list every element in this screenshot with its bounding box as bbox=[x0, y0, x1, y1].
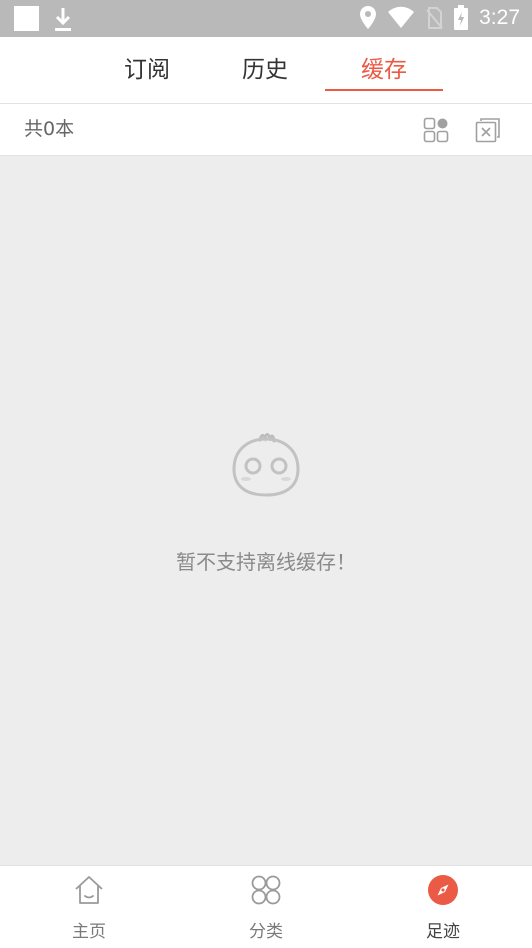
no-sim-icon bbox=[426, 7, 443, 29]
tab-bar: 订阅 历史 缓存 bbox=[0, 37, 532, 104]
wifi-icon bbox=[388, 6, 415, 28]
status-bar: 3:27 bbox=[0, 0, 532, 37]
nav-category-label: 分类 bbox=[249, 922, 283, 942]
tab-history[interactable]: 历史 bbox=[206, 37, 324, 103]
empty-state: 暂不支持离线缓存！ bbox=[0, 156, 532, 865]
nav-category[interactable]: 分类 bbox=[206, 866, 326, 948]
tab-cache[interactable]: 缓存 bbox=[325, 37, 443, 103]
active-tab-indicator bbox=[325, 89, 443, 91]
status-time: 3:27 bbox=[479, 6, 520, 29]
compass-icon bbox=[428, 875, 458, 905]
download-icon bbox=[55, 8, 71, 31]
nav-footprint-label: 足迹 bbox=[426, 922, 460, 942]
book-count: 共0本 bbox=[24, 118, 75, 140]
grid-view-icon[interactable] bbox=[423, 117, 449, 143]
home-icon bbox=[75, 876, 103, 904]
category-icon bbox=[251, 875, 281, 905]
nav-footprint[interactable]: 足迹 bbox=[383, 866, 503, 948]
location-icon bbox=[360, 6, 377, 29]
nav-home-label: 主页 bbox=[72, 922, 106, 942]
tab-subscribe[interactable]: 订阅 bbox=[88, 37, 206, 103]
nav-home[interactable]: 主页 bbox=[29, 866, 149, 948]
bottom-nav: 主页 分类 足迹 bbox=[0, 865, 532, 948]
battery-charging-icon bbox=[454, 5, 469, 30]
delete-batch-icon[interactable] bbox=[475, 117, 501, 143]
empty-message: 暂不支持离线缓存！ bbox=[176, 550, 356, 574]
empty-mascot-icon bbox=[232, 433, 300, 497]
cache-toolbar: 共0本 bbox=[0, 104, 532, 156]
notification-app-icon bbox=[14, 6, 39, 31]
